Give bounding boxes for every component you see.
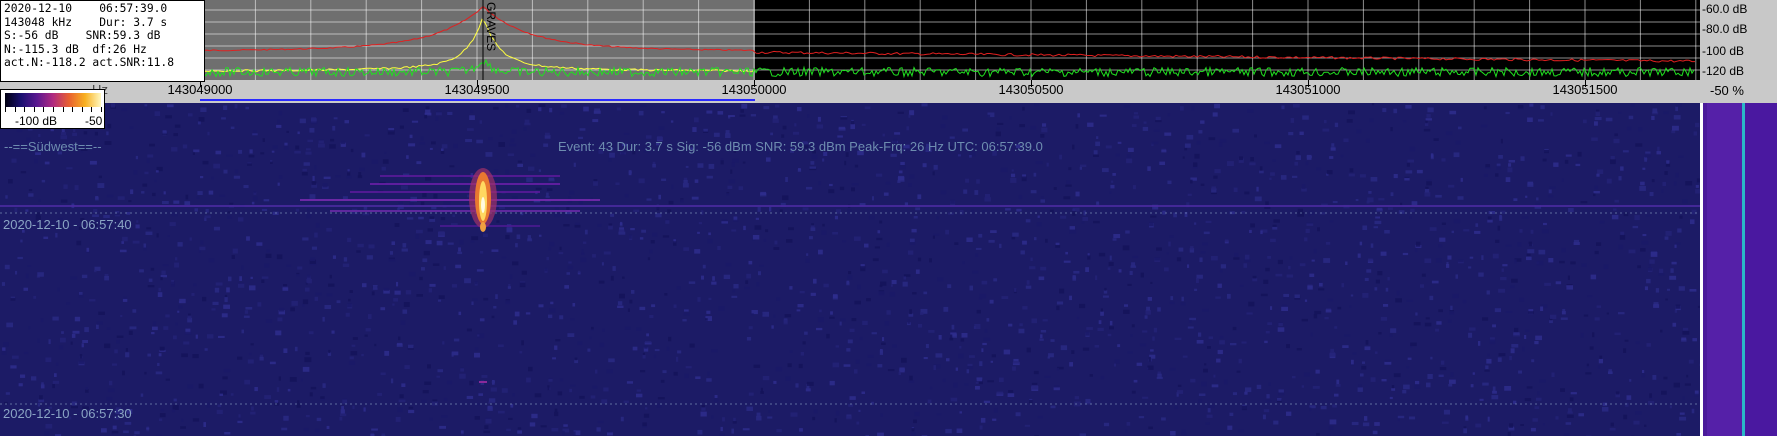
freq-tick [754,80,755,87]
color-gradient [5,93,101,107]
info-line-2: 143048 kHz Dur: 3.7 s [4,15,168,29]
timestamp-lower: 2020-12-10 - 06:57:30 [3,406,132,421]
spectrum-traces: GRAVES [0,0,1700,80]
info-line-4: N:-115.3 dB df:26 Hz [4,42,147,56]
info-line-3: S:-56 dB SNR:59.3 dB [4,29,161,43]
db-label-100: -100 dB [1702,44,1745,58]
meteor-echo [469,168,497,383]
freq-tick [1585,80,1586,87]
color-scale-max: -50 [85,114,103,128]
freq-tick [1308,80,1309,87]
graves-marker: GRAVES [482,0,498,80]
percent-indicator: -50 % [1700,80,1777,103]
level-bar-edge [1700,103,1703,436]
graves-label: GRAVES [484,2,498,51]
waterfall-display[interactable]: --==Südwest==-- Event: 43 Dur: 3.7 s Sig… [0,103,1700,436]
frequency-axis[interactable]: Hz 1430490001430495001430500001430505001… [0,80,1700,103]
meteor-streaks [0,175,1700,227]
freq-tick [1031,80,1032,87]
color-scale-ticks [5,107,102,113]
timestamp-upper: 2020-12-10 - 06:57:40 [3,217,132,232]
info-line-5: act.N:-118.2 act.SNR:11.8 [4,56,175,70]
selection-bar[interactable] [200,99,755,101]
db-label-120: -120 dB [1702,64,1745,78]
level-bar [1700,103,1777,436]
color-scale-legend: -100 dB -50 [0,89,105,129]
spectrum-grid [0,0,1700,80]
spectrum-plot[interactable]: GRAVES [0,0,1700,80]
info-line-1: 2020-12-10 06:57:39.0 [4,2,168,15]
freq-tick [477,80,478,87]
level-bar-column [1707,103,1742,436]
level-bar-column-right [1745,103,1777,436]
location-label: --==Südwest==-- [4,139,102,154]
color-scale-min: -100 dB [15,114,58,128]
event-info-text: Event: 43 Dur: 3.7 s Sig: -56 dBm SNR: 5… [558,139,1043,154]
db-label-80: -80.0 dB [1702,22,1748,36]
db-label-60: -60.0 dB [1702,2,1748,16]
db-scale: -60.0 dB -80.0 dB -100 dB -120 dB [1700,0,1777,80]
percent-label: -50 % [1710,83,1744,98]
info-box: 2020-12-10 06:57:39.0 143048 kHz Dur: 3.… [0,0,205,82]
noise-trace [0,58,1695,79]
spectrum-lab-window: GRAVES -60.0 dB -80.0 dB -100 dB -120 dB… [0,0,1777,436]
